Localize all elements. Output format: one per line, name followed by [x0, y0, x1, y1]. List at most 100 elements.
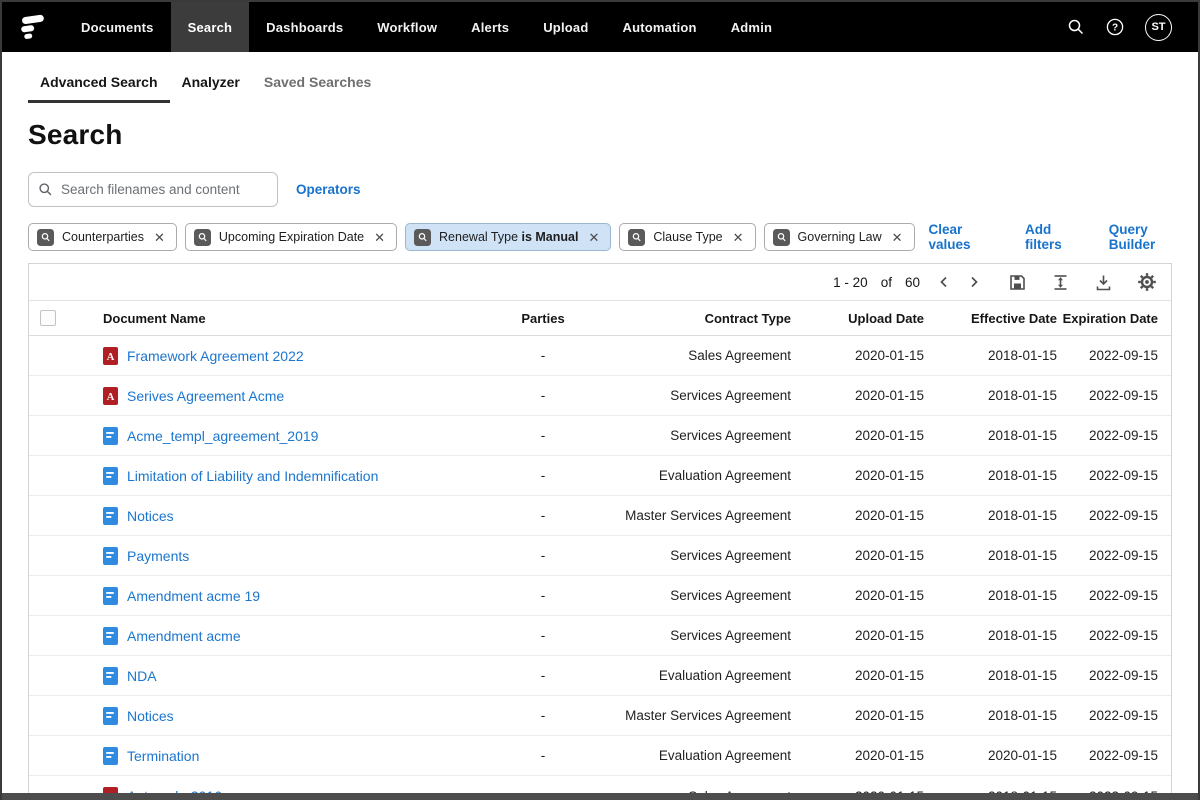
expiration-date-cell: 2022-09-15	[1057, 708, 1177, 723]
document-file-icon	[103, 507, 118, 525]
document-name-cell: A Serives Agreement Acme	[77, 387, 495, 405]
document-link[interactable]: Termination	[127, 748, 199, 764]
parties-cell: -	[495, 548, 591, 563]
pdf-file-icon: A	[103, 387, 118, 405]
search-input-wrapper	[28, 172, 278, 207]
chip-close-icon[interactable]: ✕	[731, 230, 746, 245]
nav-item-alerts[interactable]: Alerts	[454, 2, 526, 52]
parties-cell: -	[495, 348, 591, 363]
filter-chip-clause-type[interactable]: Clause Type✕	[619, 223, 755, 251]
parties-cell: -	[495, 628, 591, 643]
nav-item-upload[interactable]: Upload	[526, 2, 605, 52]
table-body: AFramework Agreement 2022-Sales Agreemen…	[29, 336, 1171, 800]
svg-text:A: A	[107, 352, 115, 363]
contract-type-cell: Services Agreement	[591, 548, 791, 563]
effective-date-cell: 2018-01-15	[924, 388, 1057, 403]
settings-gear-button[interactable]	[1137, 272, 1157, 292]
avatar[interactable]: ST	[1145, 14, 1172, 41]
table-row[interactable]: Limitation of Liability and Indemnificat…	[29, 456, 1171, 496]
app-logo[interactable]	[2, 2, 64, 52]
effective-date-cell: 2018-01-15	[924, 348, 1057, 363]
clear-values-link[interactable]: Clear values	[929, 222, 1009, 252]
main-nav: DocumentsSearchDashboardsWorkflowAlertsU…	[64, 2, 789, 52]
svg-text:A: A	[107, 392, 115, 403]
document-link[interactable]: Notices	[127, 508, 174, 524]
query-builder-link[interactable]: Query Builder	[1109, 222, 1198, 252]
filter-chip-governing-law[interactable]: Governing Law ✕	[764, 223, 915, 251]
prev-page-button[interactable]	[934, 272, 954, 292]
document-link[interactable]: NDA	[127, 668, 157, 684]
save-view-button[interactable]	[1008, 273, 1027, 292]
chip-label: Counterparties	[62, 230, 144, 244]
table-row[interactable]: Notices-Master Services Agreement2020-01…	[29, 696, 1171, 736]
table-row[interactable]: NDA-Evaluation Agreement2020-01-152018-0…	[29, 656, 1171, 696]
parties-cell: -	[495, 388, 591, 403]
document-name-cell: Termination	[77, 747, 495, 765]
table-header-row: Document Name Parties Contract Type Uplo…	[29, 301, 1171, 336]
document-link[interactable]: Notices	[127, 708, 174, 724]
contract-type-cell: Master Services Agreement	[591, 708, 791, 723]
table-row[interactable]: Amendment acme 19-Services Agreement2020…	[29, 576, 1171, 616]
parties-cell: -	[495, 588, 591, 603]
search-filter-icon	[628, 229, 645, 246]
filter-chip-renewal-type[interactable]: Renewal Type is Manual✕	[405, 223, 611, 251]
parties-cell: -	[495, 508, 591, 523]
upload-date-cell: 2020-01-15	[791, 668, 924, 683]
document-link[interactable]: Acme_templ_agreement_2019	[127, 428, 318, 444]
nav-item-workflow[interactable]: Workflow	[360, 2, 454, 52]
nav-item-automation[interactable]: Automation	[605, 2, 713, 52]
search-icon	[38, 182, 53, 197]
tab-advanced-search[interactable]: Advanced Search	[28, 66, 170, 103]
document-file-icon	[103, 707, 118, 725]
document-file-icon	[103, 747, 118, 765]
expiration-date-cell: 2022-09-15	[1057, 748, 1177, 763]
tab-analyzer[interactable]: Analyzer	[170, 66, 252, 103]
search-input[interactable]	[28, 172, 278, 207]
next-page-button[interactable]	[964, 272, 984, 292]
global-search-icon[interactable]	[1067, 18, 1085, 36]
document-link[interactable]: Amendment acme 19	[127, 588, 260, 604]
add-filters-link[interactable]: Add filters	[1025, 222, 1092, 252]
document-name-cell: Notices	[77, 707, 495, 725]
document-link[interactable]: Payments	[127, 548, 189, 564]
nav-item-dashboards[interactable]: Dashboards	[249, 2, 360, 52]
download-button[interactable]	[1094, 273, 1113, 292]
help-icon[interactable]: ?	[1105, 17, 1125, 37]
table-row[interactable]: ASerives Agreement Acme-Services Agreeme…	[29, 376, 1171, 416]
chip-close-icon[interactable]: ✕	[372, 230, 387, 245]
pagination-of: of	[881, 275, 892, 290]
document-link[interactable]: Framework Agreement 2022	[127, 348, 304, 364]
filter-actions: Clear values Add filters Query Builder	[929, 222, 1198, 252]
effective-date-cell: 2018-01-15	[924, 628, 1057, 643]
table-row[interactable]: Amendment acme-Services Agreement2020-01…	[29, 616, 1171, 656]
expiration-date-cell: 2022-09-15	[1057, 388, 1177, 403]
nav-item-admin[interactable]: Admin	[714, 2, 789, 52]
filter-chip-counterparties[interactable]: Counterparties ✕	[28, 223, 177, 251]
document-link[interactable]: Amendment acme	[127, 628, 241, 644]
results-table-card: 1 - 20 of 60 Document Name Parties Contr…	[28, 263, 1172, 800]
upload-date-cell: 2020-01-15	[791, 628, 924, 643]
document-link[interactable]: Limitation of Liability and Indemnificat…	[127, 468, 378, 484]
nav-item-documents[interactable]: Documents	[64, 2, 171, 52]
contract-type-cell: Master Services Agreement	[591, 508, 791, 523]
operators-link[interactable]: Operators	[296, 182, 361, 197]
table-row[interactable]: Acme_templ_agreement_2019-Services Agree…	[29, 416, 1171, 456]
effective-date-cell: 2018-01-15	[924, 428, 1057, 443]
chip-close-icon[interactable]: ✕	[890, 230, 905, 245]
table-row[interactable]: Payments-Services Agreement2020-01-15201…	[29, 536, 1171, 576]
table-row[interactable]: AFramework Agreement 2022-Sales Agreemen…	[29, 336, 1171, 376]
chip-close-icon[interactable]: ✕	[586, 230, 601, 245]
select-all-checkbox[interactable]	[40, 310, 56, 326]
chip-label: Governing Law	[798, 230, 882, 244]
expiration-date-cell: 2022-09-15	[1057, 628, 1177, 643]
tab-saved-searches[interactable]: Saved Searches	[252, 66, 383, 103]
chip-close-icon[interactable]: ✕	[152, 230, 167, 245]
document-link[interactable]: Serives Agreement Acme	[127, 388, 284, 404]
page-title: Search	[28, 119, 1198, 151]
filter-chip-upcoming-expiration-date[interactable]: Upcoming Expiration Date✕	[185, 223, 397, 251]
table-row[interactable]: Termination-Evaluation Agreement2020-01-…	[29, 736, 1171, 776]
search-filter-icon	[773, 229, 790, 246]
row-height-button[interactable]	[1051, 273, 1070, 292]
table-row[interactable]: Notices-Master Services Agreement2020-01…	[29, 496, 1171, 536]
nav-item-search[interactable]: Search	[171, 2, 250, 52]
